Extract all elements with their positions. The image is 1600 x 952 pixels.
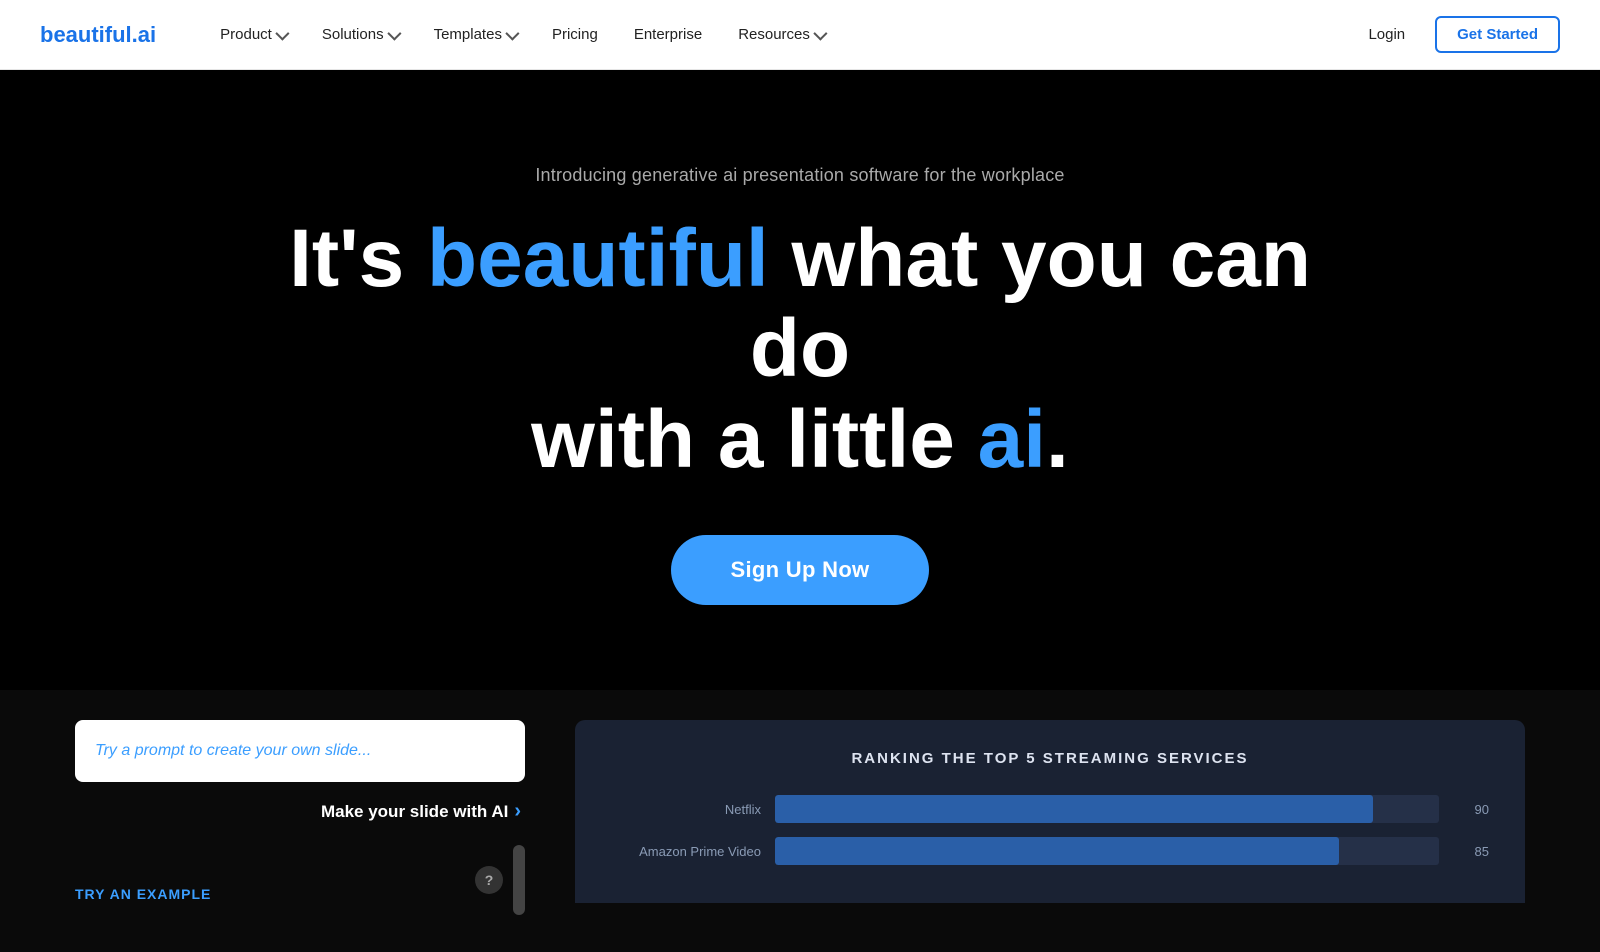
chart-row-value: 85 (1453, 844, 1489, 859)
make-slide-link[interactable]: Make your slide with AI › (75, 800, 525, 823)
nav-links: Product Solutions Templates Pricing Ente… (206, 18, 1354, 51)
logo-text: beautiful (40, 22, 132, 47)
chart-row: Netflix 90 (611, 795, 1489, 823)
get-started-button[interactable]: Get Started (1435, 16, 1560, 53)
chart-row: Amazon Prime Video 85 (611, 837, 1489, 865)
nav-item-resources[interactable]: Resources (724, 18, 838, 51)
bottom-section: Make your slide with AI › TRY AN EXAMPLE… (0, 690, 1600, 952)
chart-title: RANKING THE TOP 5 STREAMING SERVICES (611, 750, 1489, 767)
nav-item-solutions[interactable]: Solutions (308, 18, 412, 51)
chart-panel: RANKING THE TOP 5 STREAMING SERVICES Net… (575, 720, 1525, 903)
chart-bar-wrap (775, 837, 1439, 865)
chevron-down-icon (275, 26, 289, 40)
nav-solutions-label: Solutions (322, 26, 384, 43)
chart-bar-wrap (775, 795, 1439, 823)
hero-title: It's beautiful what you can do with a li… (250, 214, 1350, 485)
logo-ai: ai (138, 22, 156, 47)
nav-actions: Login Get Started (1354, 16, 1560, 53)
logo[interactable]: beautiful.ai (40, 22, 156, 48)
hero-title-period: . (1046, 394, 1069, 485)
nav-item-templates[interactable]: Templates (420, 18, 530, 51)
arrow-right-icon: › (514, 800, 521, 823)
nav-item-product[interactable]: Product (206, 18, 300, 51)
login-button[interactable]: Login (1354, 18, 1419, 51)
chevron-down-icon (505, 26, 519, 40)
nav-item-enterprise[interactable]: Enterprise (620, 18, 716, 51)
cta-signup-button[interactable]: Sign Up Now (671, 535, 930, 605)
hero-title-part2: what you can do (750, 213, 1311, 394)
hero-title-ai: ai (978, 394, 1046, 485)
nav-product-label: Product (220, 26, 272, 43)
nav-templates-label: Templates (434, 26, 502, 43)
prompt-input[interactable] (75, 720, 525, 782)
chart-row-label: Amazon Prime Video (611, 844, 761, 859)
hero-title-highlight: beautiful (427, 213, 769, 304)
hero-subtitle: Introducing generative ai presentation s… (535, 165, 1064, 186)
nav-resources-label: Resources (738, 26, 810, 43)
hero-title-part3: with a little (531, 394, 977, 485)
scroll-handle[interactable] (513, 845, 525, 915)
nav-pricing-label: Pricing (552, 26, 598, 43)
hero-title-part1: It's (289, 213, 427, 304)
chart-rows: Netflix 90 Amazon Prime Video 85 (611, 795, 1489, 865)
chevron-down-icon (813, 26, 827, 40)
make-slide-label: Make your slide with AI (321, 802, 508, 822)
chart-row-value: 90 (1453, 802, 1489, 817)
left-panel: Make your slide with AI › TRY AN EXAMPLE… (75, 720, 565, 915)
chevron-down-icon (387, 26, 401, 40)
hero-section: Introducing generative ai presentation s… (0, 70, 1600, 690)
nav-item-pricing[interactable]: Pricing (538, 18, 612, 51)
chart-row-label: Netflix (611, 802, 761, 817)
try-example-link[interactable]: TRY AN EXAMPLE (75, 886, 211, 902)
help-icon[interactable]: ? (475, 866, 503, 894)
chart-bar (775, 837, 1339, 865)
navbar: beautiful.ai Product Solutions Templates… (0, 0, 1600, 70)
chart-bar (775, 795, 1373, 823)
nav-enterprise-label: Enterprise (634, 26, 702, 43)
